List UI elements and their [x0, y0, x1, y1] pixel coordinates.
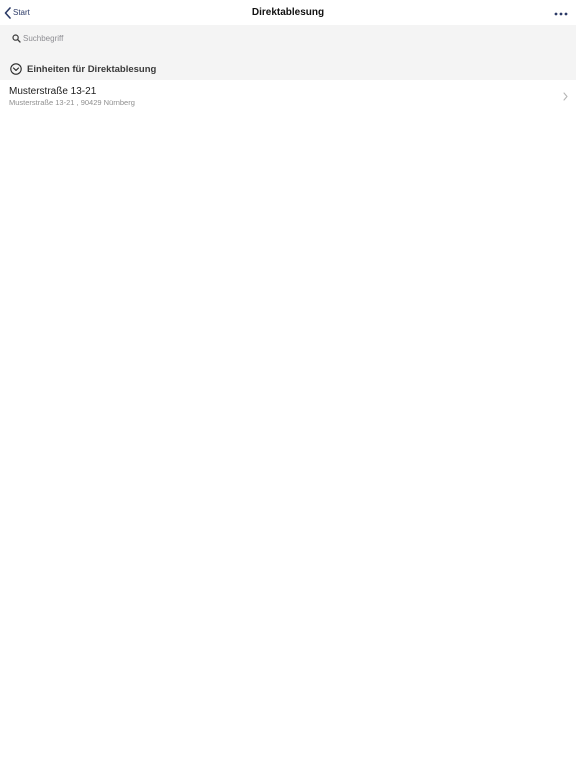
- more-button[interactable]: [554, 7, 568, 19]
- search-input[interactable]: [23, 31, 563, 46]
- list-item[interactable]: Musterstraße 13-21 Musterstraße 13-21 , …: [0, 80, 576, 112]
- navigation-bar: Start Direktablesung: [0, 0, 576, 25]
- more-horizontal-icon: [554, 12, 568, 16]
- chevron-down-circle-icon: [10, 63, 22, 75]
- search-icon: [12, 34, 21, 43]
- list-item-title: Musterstraße 13-21: [9, 86, 97, 97]
- section-title: Einheiten für Direktablesung: [27, 64, 157, 75]
- chevron-right-icon: [563, 92, 568, 101]
- list-item-subtitle: Musterstraße 13-21 , 90429 Nürnberg: [9, 98, 135, 107]
- section-header-units[interactable]: Einheiten für Direktablesung: [0, 52, 576, 80]
- search-bar: [0, 25, 576, 52]
- page-title: Direktablesung: [251, 7, 325, 18]
- app-window: Start Direktablesung Einheiten für Direk…: [0, 0, 576, 768]
